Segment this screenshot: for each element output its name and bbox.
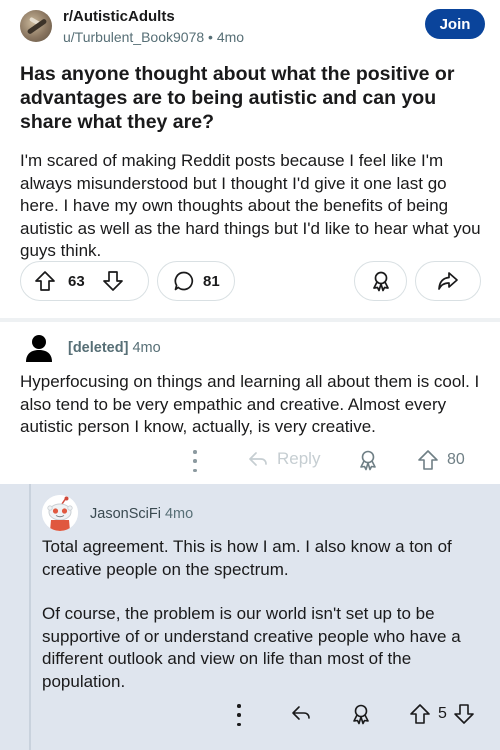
more-options-icon[interactable]	[236, 704, 242, 726]
share-button[interactable]	[415, 261, 481, 301]
award-button[interactable]	[354, 261, 407, 301]
post-meta: u/Turbulent_Book9078 • 4mo	[63, 29, 244, 45]
reply-body: Total agreement. This is how I am. I als…	[42, 536, 490, 693]
subreddit-name[interactable]: r/AutisticAdults	[63, 8, 175, 25]
reply-paragraph: Total agreement. This is how I am. I als…	[42, 537, 452, 579]
user-avatar[interactable]	[42, 495, 78, 531]
section-divider	[0, 318, 500, 322]
comment-meta: [deleted] 4mo	[68, 340, 161, 356]
post-body: I'm scared of making Reddit posts becaus…	[20, 151, 481, 260]
join-button[interactable]: Join	[425, 9, 485, 39]
upvote-icon[interactable]	[417, 449, 439, 471]
reply-age: 4mo	[164, 506, 194, 522]
reply-button[interactable]: Reply	[247, 449, 320, 469]
comment-bubble-icon	[173, 270, 195, 292]
comment-author: [deleted]	[68, 340, 129, 356]
comment-age: 4mo	[132, 340, 161, 356]
reply-arrow-icon	[247, 449, 269, 469]
post-author[interactable]: u/Turbulent_Book9078	[63, 29, 204, 45]
more-options-icon[interactable]	[192, 450, 198, 472]
upvote-icon[interactable]	[409, 703, 431, 725]
reply-paragraph: Of course, the problem is our world isn'…	[42, 604, 461, 691]
reply-vote-count: 5	[438, 705, 447, 722]
post-card: r/AutisticAdults u/Turbulent_Book9078 • …	[0, 0, 500, 318]
post-title: Has anyone thought about what the positi…	[20, 63, 455, 133]
reply-arrow-icon[interactable]	[290, 703, 312, 723]
deleted-user-avatar-icon	[24, 333, 54, 363]
reply-label: Reply	[277, 449, 321, 468]
comment-count: 81	[203, 272, 220, 290]
award-icon[interactable]	[350, 703, 372, 725]
comments-button[interactable]: 81	[157, 261, 235, 301]
comment-body: Hyperfocusing on things and learning all…	[20, 372, 480, 436]
comment-vote: 80	[417, 449, 465, 471]
share-icon	[436, 270, 460, 292]
downvote-icon[interactable]	[102, 270, 124, 292]
reply-author[interactable]: JasonSciFi	[90, 506, 161, 522]
reply-meta: JasonSciFi 4mo	[90, 506, 193, 522]
post-age: 4mo	[216, 29, 245, 45]
upvote-icon[interactable]	[34, 270, 56, 292]
comment-actions: Reply 80	[0, 446, 500, 476]
reply-actions: 5	[0, 700, 500, 730]
downvote-icon[interactable]	[453, 703, 475, 725]
post-vote-count: 63	[68, 272, 85, 290]
meta-separator: •	[208, 29, 213, 45]
post-vote-pill: 63	[20, 261, 149, 301]
reply-vote: 5	[409, 703, 475, 725]
comment-vote-count: 80	[447, 451, 465, 468]
subreddit-avatar[interactable]	[20, 10, 52, 42]
award-icon[interactable]	[357, 449, 379, 471]
award-icon	[370, 270, 392, 292]
